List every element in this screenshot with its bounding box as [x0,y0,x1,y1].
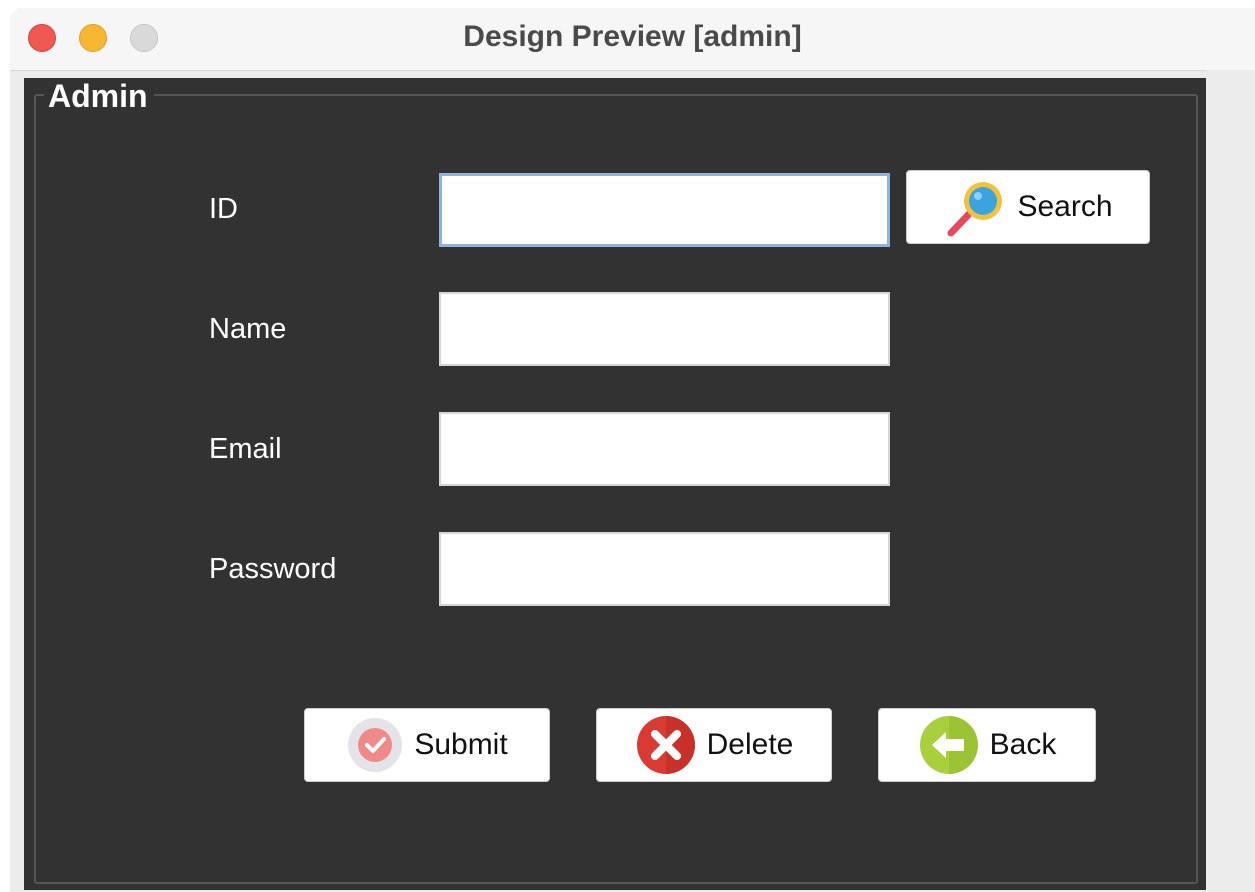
search-button[interactable]: Search [906,170,1150,244]
check-circle-icon [346,716,404,774]
email-label: Email [209,433,282,465]
name-field[interactable] [439,292,890,366]
content-panel: Admin ID Search Name Email Password Subm… [24,78,1206,890]
x-circle-icon [635,714,697,776]
delete-button-label: Delete [706,728,794,761]
id-field[interactable] [439,173,890,247]
back-button-label: Back [989,728,1057,761]
window-right-margin [1206,70,1255,892]
magnifier-icon [943,175,1007,239]
title-bar: Design Preview [admin] [10,8,1255,71]
delete-button[interactable]: Delete [596,708,832,782]
back-arrow-icon [918,714,980,776]
search-button-label: Search [1017,190,1113,223]
submit-button[interactable]: Submit [304,708,550,782]
group-title: Admin [44,79,154,113]
id-label: ID [209,193,238,225]
password-label: Password [209,553,337,585]
back-button[interactable]: Back [878,708,1096,782]
submit-button-label: Submit [414,728,508,761]
app-window: Design Preview [admin] Admin ID Search N… [10,8,1255,892]
email-field[interactable] [439,412,890,486]
window-title: Design Preview [admin] [463,20,802,53]
password-field[interactable] [439,532,890,606]
name-label: Name [209,313,287,345]
